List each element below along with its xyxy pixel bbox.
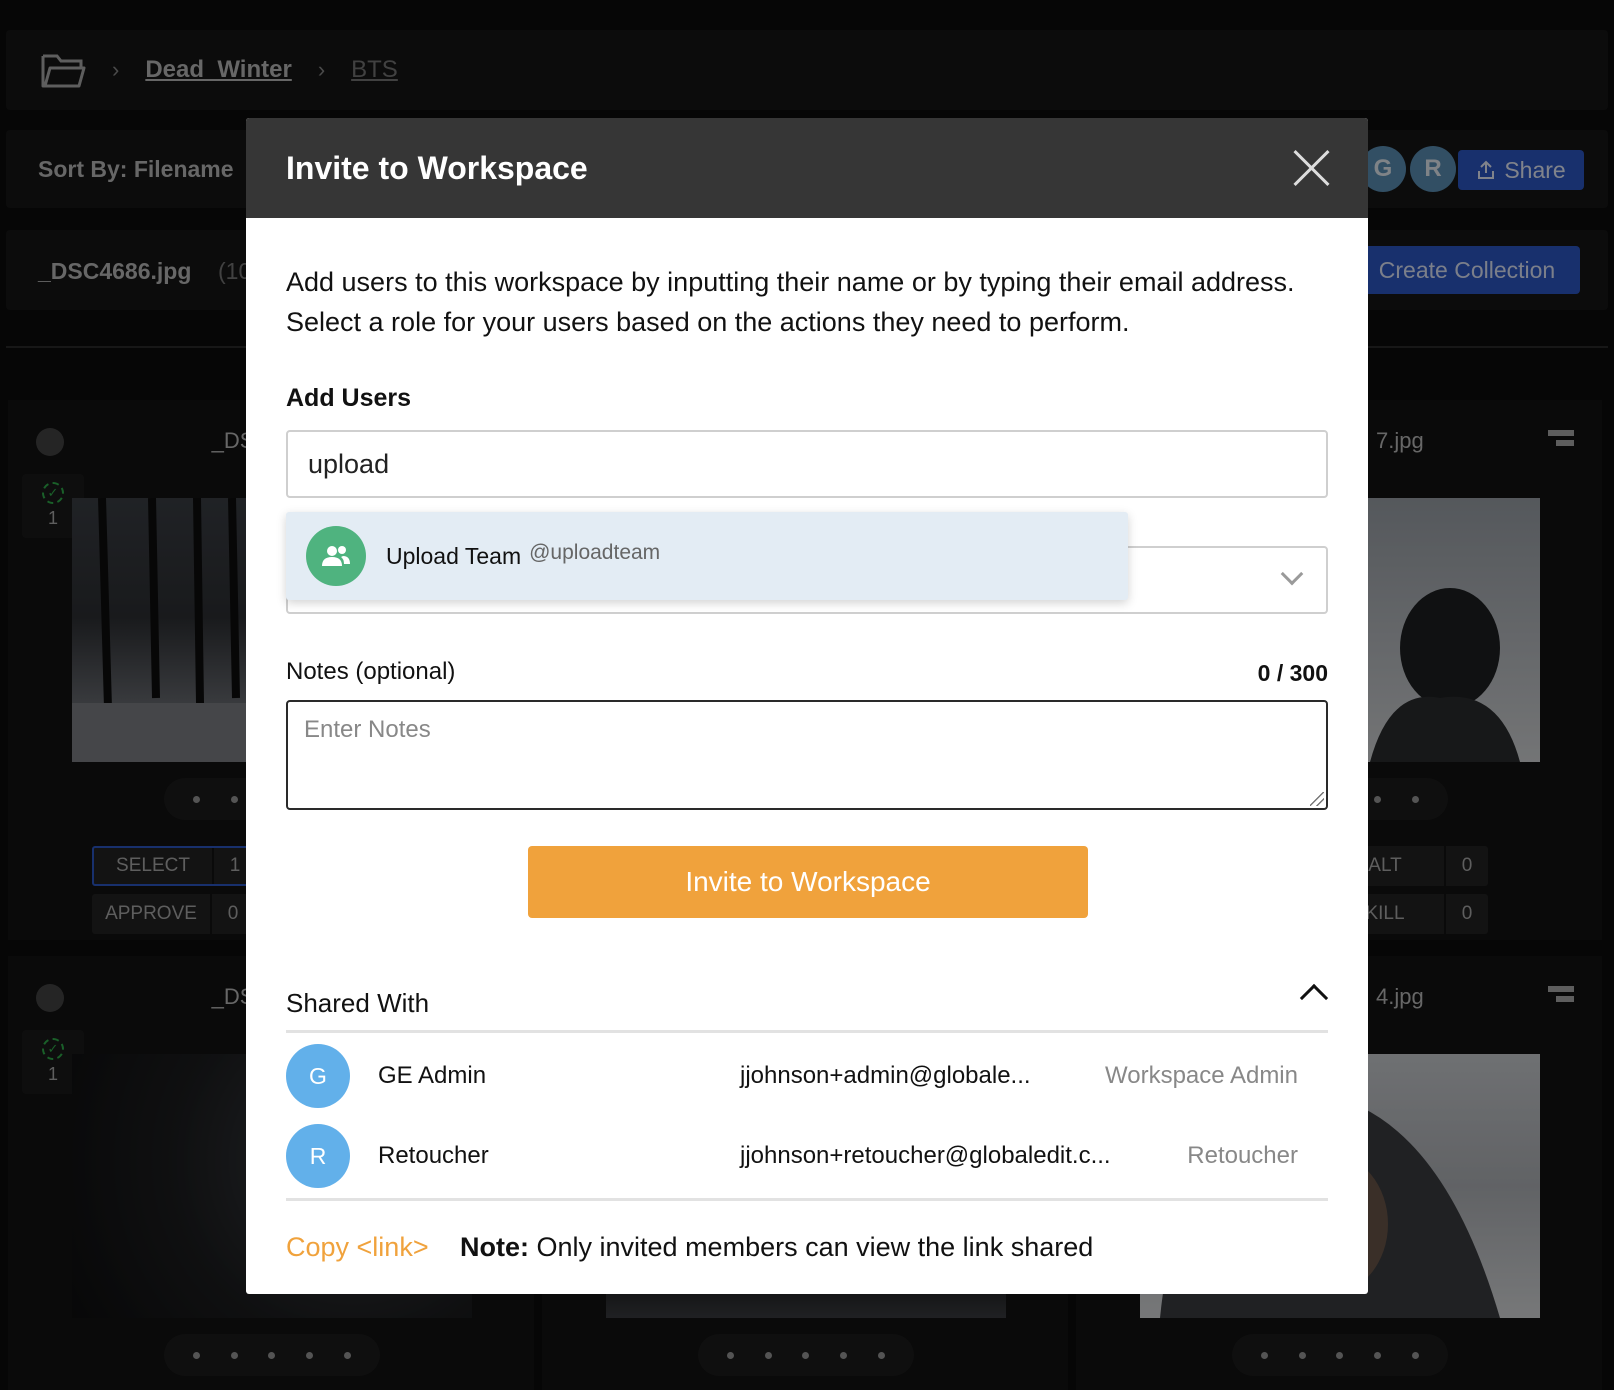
avatar: R	[286, 1124, 350, 1188]
avatar: G	[286, 1044, 350, 1108]
user-suggestion-item[interactable]: Upload Team @uploadteam	[286, 512, 1128, 600]
shared-with-label: Shared With	[286, 988, 430, 1018]
chevron-right-icon: ›	[317, 57, 326, 82]
divider	[286, 1198, 1328, 1201]
suggestion-name: Upload Team	[386, 542, 522, 569]
card-menu-icon[interactable]	[1548, 430, 1574, 450]
tag-label: SELECT	[116, 855, 190, 876]
note-label: Note:	[460, 1232, 529, 1262]
member-name: GE Admin	[378, 1062, 487, 1089]
member-email: jjohnson+retoucher@globaledit.c...	[740, 1142, 1111, 1169]
modal-title: Invite to Workspace	[286, 150, 588, 186]
intro-text: Add users to this workspace by inputting…	[286, 267, 1295, 337]
check-icon: ✓	[42, 482, 64, 504]
chevron-down-icon	[1280, 562, 1304, 586]
breadcrumb-item-bts[interactable]: BTS	[351, 56, 398, 84]
notes-textarea[interactable]	[286, 700, 1328, 810]
pagination-dots[interactable]	[164, 1334, 380, 1376]
sort-dropdown[interactable]: Sort By: Filename	[38, 156, 234, 183]
tag-label: APPROVE	[105, 903, 197, 924]
member-role[interactable]: Workspace Admin	[1105, 1062, 1298, 1090]
notes-counter: 0 / 300	[1257, 660, 1328, 686]
invite-modal: Invite to Workspace Add users to this wo…	[246, 118, 1368, 1294]
close-icon[interactable]	[1292, 148, 1332, 188]
notes-label: Notes (optional)	[286, 658, 456, 685]
member-name: Retoucher	[378, 1142, 489, 1169]
check-count: 1	[47, 508, 58, 528]
share-button[interactable]: Share	[1458, 150, 1584, 190]
select-tag[interactable]: SELECT 1	[92, 846, 258, 886]
breadcrumb-item-dead-winter[interactable]: Dead_Winter	[145, 56, 291, 84]
pagination-dots[interactable]	[1232, 1334, 1448, 1376]
avatar[interactable]: R	[1410, 146, 1456, 192]
modal-header: Invite to Workspace	[246, 118, 1368, 218]
chevron-up-icon[interactable]	[1299, 983, 1329, 1013]
share-note: Note: Only invited members can view the …	[460, 1232, 1093, 1263]
approve-tag[interactable]: APPROVE 0	[92, 894, 254, 934]
tag-count: 0	[1444, 894, 1488, 934]
card-menu-icon[interactable]	[1548, 986, 1574, 1006]
chevron-right-icon: ›	[112, 57, 120, 82]
member-row: R Retoucher jjohnson+retoucher@globaledi…	[286, 1122, 1328, 1188]
check-count: 1	[47, 1064, 58, 1084]
tag-count: 0	[1444, 846, 1488, 886]
suggestion-handle: @uploadteam	[529, 541, 661, 564]
share-icon	[1478, 160, 1495, 179]
member-row: G GE Admin jjohnson+admin@globale... Wor…	[286, 1042, 1328, 1108]
users-icon	[306, 526, 366, 586]
check-icon: ✓	[42, 1038, 64, 1060]
note-text: Only invited members can view the link s…	[529, 1232, 1094, 1262]
member-email: jjohnson+admin@globale...	[740, 1062, 1031, 1089]
share-button-label: Share	[1504, 156, 1566, 183]
divider	[286, 1030, 1328, 1033]
resize-handle-icon[interactable]	[1310, 792, 1324, 806]
pagination-dots[interactable]	[698, 1334, 914, 1376]
card-title: 4.jpg	[1376, 984, 1424, 1009]
folder-open-icon[interactable]	[40, 50, 86, 90]
breadcrumb: › Dead_Winter › BTS	[6, 30, 1608, 110]
file-name: _DSC4686.jpg	[38, 258, 192, 284]
add-users-input[interactable]	[286, 430, 1328, 498]
create-collection-button[interactable]: Create Collection	[1354, 246, 1580, 294]
copy-link-button[interactable]: Copy <link>	[286, 1232, 429, 1263]
member-role[interactable]: Retoucher	[1187, 1142, 1298, 1170]
add-users-label: Add Users	[286, 384, 412, 412]
invite-button[interactable]: Invite to Workspace	[528, 846, 1088, 918]
card-title: 7.jpg	[1376, 428, 1424, 453]
